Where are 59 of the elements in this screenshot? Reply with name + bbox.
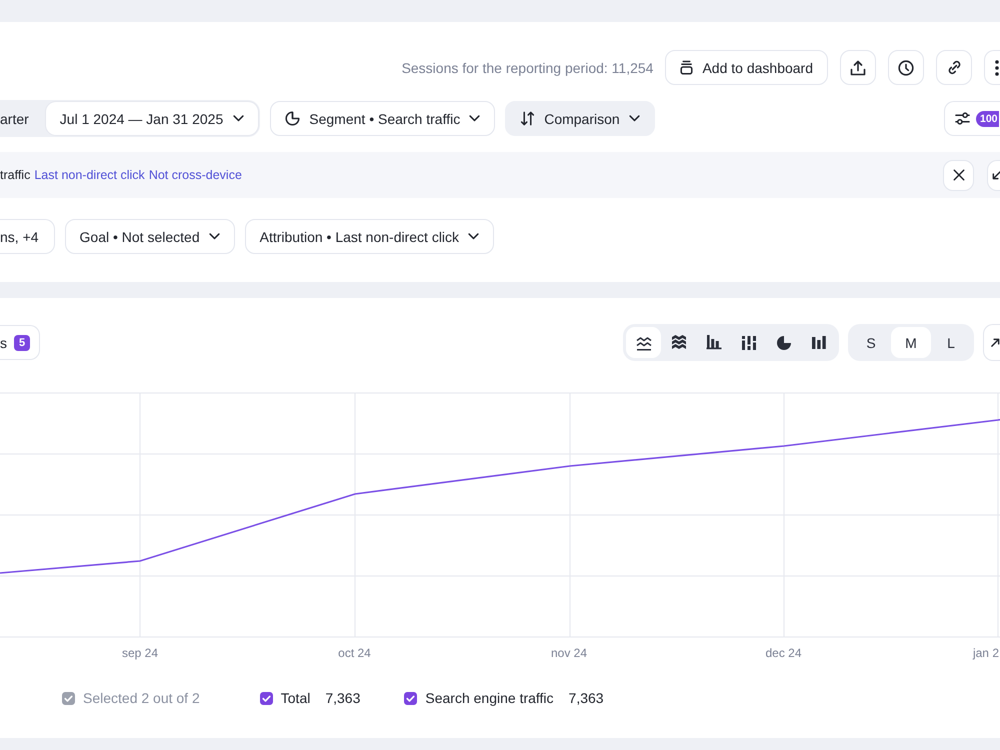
clock-icon bbox=[898, 60, 914, 76]
stacked-bar-chart-icon bbox=[740, 336, 756, 350]
area-chart-icon bbox=[670, 335, 686, 350]
percent-badge: 100 bbox=[976, 110, 999, 126]
axis-label: jan 2 bbox=[972, 646, 999, 660]
pie-chart-icon bbox=[776, 336, 790, 350]
axis-label: sep 24 bbox=[122, 646, 158, 660]
more-icon bbox=[995, 60, 999, 76]
axis-label: oct 24 bbox=[338, 646, 371, 660]
filter-dropdown[interactable]: ns, +4 bbox=[0, 219, 55, 254]
info-text: traffic bbox=[0, 168, 30, 182]
info-link[interactable]: Not cross-device bbox=[148, 168, 242, 182]
axis-label: nov 24 bbox=[550, 646, 588, 660]
close-icon bbox=[952, 169, 964, 181]
filter-dropdown[interactable]: Goal • Not selected bbox=[64, 219, 235, 254]
close-button[interactable] bbox=[943, 160, 974, 190]
chevron-icon bbox=[469, 115, 480, 122]
size-option[interactable]: L bbox=[931, 327, 971, 358]
size-option[interactable]: S bbox=[851, 327, 891, 358]
info-link[interactable]: Last non-direct click bbox=[34, 168, 145, 182]
axis-label: dec 24 bbox=[765, 646, 802, 660]
checkbox[interactable] bbox=[62, 692, 75, 704]
period-option[interactable]: arter bbox=[0, 102, 46, 135]
legend-label: Search engine traffic bbox=[425, 690, 554, 706]
share-button[interactable] bbox=[840, 50, 876, 85]
groupings-button[interactable]: s 5 bbox=[0, 325, 40, 360]
comparison-dropdown[interactable]: Comparison bbox=[505, 101, 655, 136]
legend-label: Selected 2 out of 2 bbox=[83, 690, 200, 706]
arrow-icon bbox=[991, 338, 1000, 347]
chevron-icon bbox=[628, 115, 640, 122]
size-option[interactable]: M bbox=[891, 327, 931, 358]
legend-label: Total bbox=[280, 690, 310, 706]
pie-icon bbox=[285, 111, 300, 126]
chart-type-button[interactable] bbox=[626, 327, 661, 358]
line-chart-icon bbox=[636, 334, 652, 350]
expand-button[interactable] bbox=[983, 324, 1000, 361]
stack-icon bbox=[680, 60, 694, 75]
checkbox[interactable] bbox=[260, 692, 273, 704]
collapse-button[interactable] bbox=[987, 160, 1000, 190]
sessions-total: Sessions for the reporting period: 11,254 bbox=[402, 60, 654, 76]
sliders-icon bbox=[955, 111, 970, 126]
add-to-dashboard-button[interactable]: Add to dashboard bbox=[665, 50, 828, 85]
count-badge: 5 bbox=[14, 334, 30, 350]
column-chart-icon bbox=[812, 336, 826, 349]
share-icon bbox=[850, 60, 866, 76]
sort-arrows-icon bbox=[520, 111, 536, 126]
link-button[interactable] bbox=[936, 50, 972, 85]
more-button[interactable] bbox=[984, 50, 1000, 85]
checkbox[interactable] bbox=[404, 692, 418, 704]
link-icon bbox=[946, 60, 962, 75]
filter-dropdown[interactable]: Attribution • Last non-direct click bbox=[244, 219, 494, 254]
legend-value: 7,363 bbox=[568, 690, 604, 706]
bar-chart-icon bbox=[706, 335, 722, 350]
arrow-icon bbox=[992, 170, 1000, 180]
legend-value: 7,363 bbox=[325, 690, 360, 706]
period-option[interactable]: Jul 1 2024 — Jan 31 2025 bbox=[46, 102, 258, 135]
history-button[interactable] bbox=[888, 50, 924, 85]
segment-dropdown[interactable]: Segment • Search traffic bbox=[270, 101, 496, 136]
settings-button[interactable]: 100 bbox=[944, 101, 1000, 136]
